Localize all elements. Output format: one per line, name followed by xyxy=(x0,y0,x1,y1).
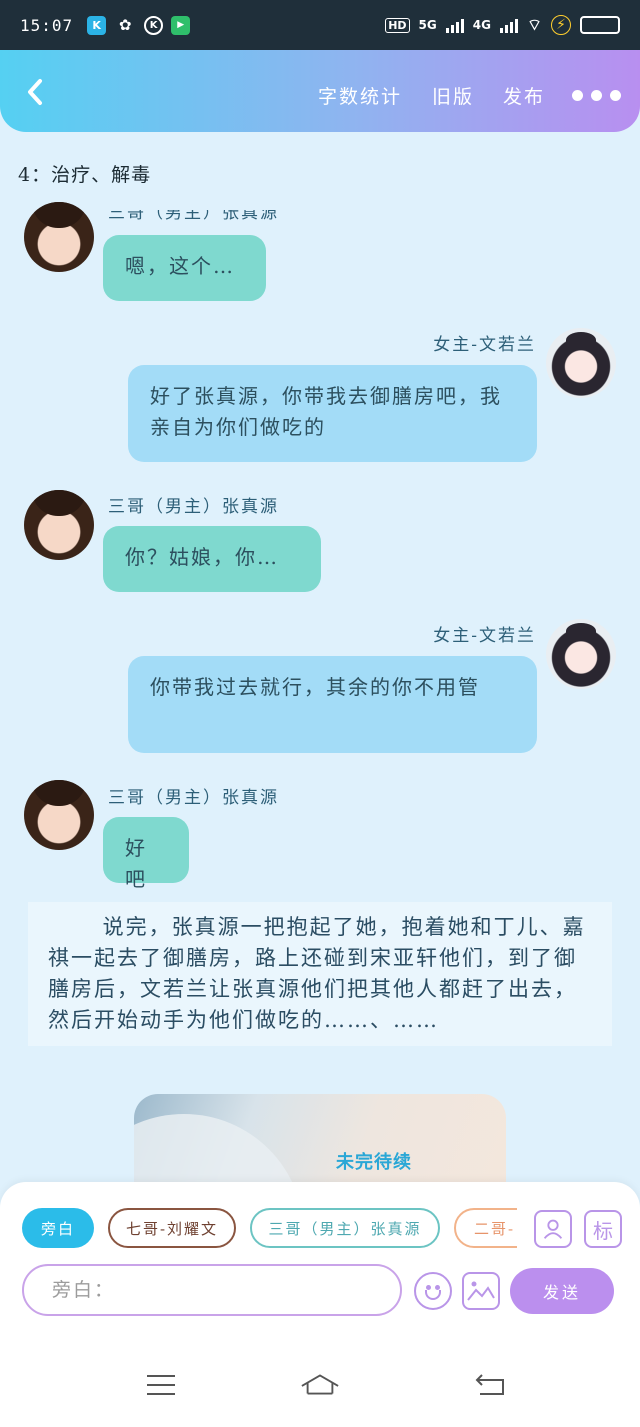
notification-icons: K ✿ K ▶ xyxy=(87,15,191,35)
signal-4g-icon xyxy=(499,17,518,33)
to-be-continued-text: 未完待续 xyxy=(336,1152,412,1173)
back-nav-button[interactable] xyxy=(470,1370,510,1400)
tag-button[interactable]: 标 xyxy=(584,1210,622,1248)
publish-button[interactable]: 发布 xyxy=(503,82,545,109)
old-version-button[interactable]: 旧版 xyxy=(432,82,474,109)
role-tab-third-brother[interactable]: 三哥（男主）张真源 xyxy=(250,1208,440,1248)
speaker-name: 女主-文若兰 xyxy=(433,626,536,646)
role-selector: 旁白 七哥-刘耀文 三哥（男主）张真源 二哥- xyxy=(22,1208,517,1248)
message-bubble[interactable]: 你？姑娘，你… xyxy=(103,526,321,592)
chevron-left-icon xyxy=(28,79,42,105)
speaker-name: 三哥（男主）张真源 xyxy=(108,788,279,808)
narration-block[interactable]: 说完，张真源一把抱起了她，抱着她和丁儿、嘉祺一起去了御膳房，路上还碰到宋亚轩他们… xyxy=(28,902,612,1046)
home-icon xyxy=(301,1374,339,1395)
message-bubble[interactable]: 嗯，这个… xyxy=(103,235,266,301)
compose-panel: 旁白 七哥-刘耀文 三哥（男主）张真源 二哥- 标 发送 xyxy=(0,1182,640,1318)
system-nav-bar xyxy=(0,1318,640,1427)
signal-5g-icon xyxy=(445,17,464,33)
speaker-name: 女主-文若兰 xyxy=(433,335,536,355)
status-bar: 15:07 K ✿ K ▶ HD 5G 4G ⌔ ⚡ xyxy=(0,0,640,50)
hd-icon: HD xyxy=(385,17,410,33)
message-bubble[interactable]: 好吧 xyxy=(103,817,189,891)
return-icon xyxy=(475,1374,504,1395)
charging-icon: ⚡ xyxy=(551,15,571,35)
speaker-name: 三哥（男主）张真源 xyxy=(108,203,279,223)
wifi-icon: ⌔ xyxy=(526,15,542,34)
app-header: 字数统计 旧版 发布 xyxy=(0,50,640,132)
status-time: 15:07 xyxy=(20,15,74,35)
tv-app-icon: ▶ xyxy=(171,15,191,35)
wechat-icon: ✿ xyxy=(118,16,132,34)
avatar-male xyxy=(24,780,94,850)
home-nav-button[interactable] xyxy=(300,1370,340,1400)
message-bubble[interactable]: 好了张真源，你带我去御膳房吧，我亲自为你们做吃的 xyxy=(128,365,537,462)
k-circle-icon: K xyxy=(144,15,164,35)
k-app-icon: K xyxy=(87,15,107,35)
role-tab-second-brother[interactable]: 二哥- xyxy=(454,1208,517,1248)
battery-icon xyxy=(580,16,620,34)
more-options-button[interactable] xyxy=(572,90,621,101)
speaker-name: 三哥（男主）张真源 xyxy=(108,497,279,517)
5g-label: 5G xyxy=(418,18,437,32)
chapter-heading: 4：治疗、解毒 xyxy=(18,164,152,186)
chat-story-area[interactable]: 4：治疗、解毒 三哥（男主）张真源 嗯，这个… 女主-文若兰 好了张真源，你带我… xyxy=(0,132,640,1182)
back-button[interactable] xyxy=(20,74,50,110)
avatar-female xyxy=(546,619,616,689)
menu-nav-button[interactable] xyxy=(141,1370,181,1400)
4g-label: 4G xyxy=(472,18,491,32)
avatar-male xyxy=(24,202,94,272)
emoji-button[interactable] xyxy=(414,1272,452,1310)
message-input[interactable] xyxy=(22,1264,402,1316)
avatar-female xyxy=(546,328,616,398)
continued-image[interactable]: 未完待续 xyxy=(134,1094,506,1182)
role-tab-narrator[interactable]: 旁白 xyxy=(22,1208,94,1248)
word-count-button[interactable]: 字数统计 xyxy=(318,82,402,109)
menu-icon xyxy=(147,1375,175,1395)
person-icon xyxy=(543,1219,563,1239)
message-bubble[interactable]: 你带我过去就行，其余的你不用管 xyxy=(128,656,537,753)
avatar-male xyxy=(24,490,94,560)
send-button[interactable]: 发送 xyxy=(510,1268,614,1314)
add-character-button[interactable] xyxy=(534,1210,572,1248)
image-icon xyxy=(467,1281,495,1301)
role-tab-seventh-brother[interactable]: 七哥-刘耀文 xyxy=(108,1208,236,1248)
image-button[interactable] xyxy=(462,1272,500,1310)
